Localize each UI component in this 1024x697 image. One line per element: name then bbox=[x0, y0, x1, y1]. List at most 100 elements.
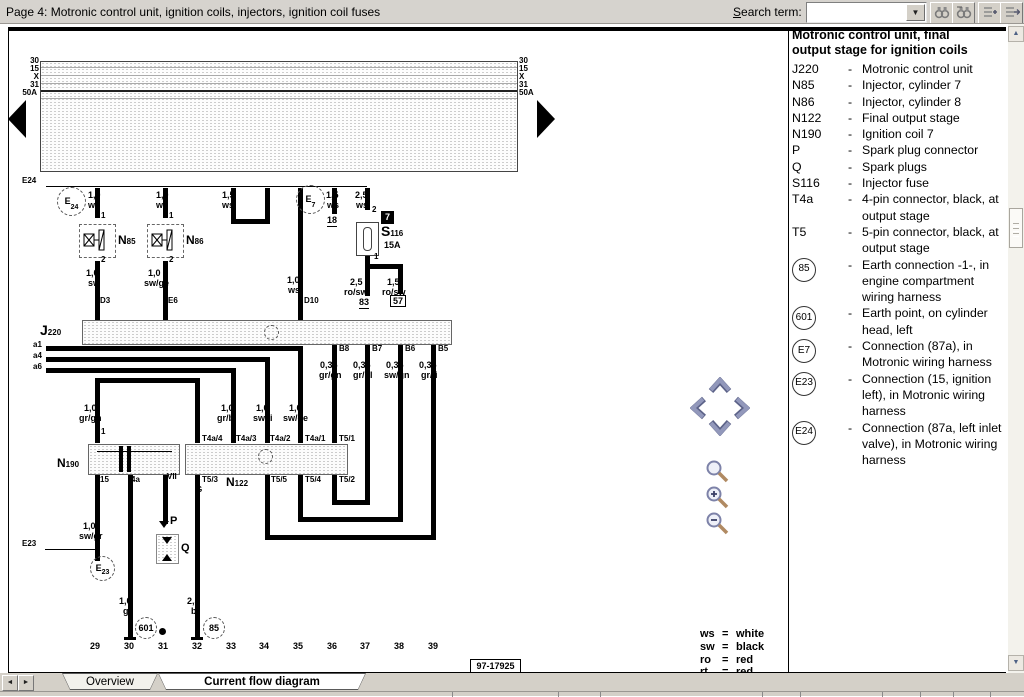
status-segment-divider bbox=[762, 692, 763, 697]
diagram-label: ws bbox=[288, 286, 300, 295]
legend-entry: N190-Ignition coil 7 bbox=[792, 126, 1008, 142]
diagram-label: 1,0 bbox=[256, 404, 269, 413]
diagram-label: gr/li bbox=[421, 371, 438, 380]
legend-description: 4-pin connector, black, atoutput stage bbox=[862, 191, 1008, 224]
diagram-label: E6 bbox=[168, 297, 178, 305]
diagram-label: ws bbox=[156, 201, 168, 210]
diagram-label: 50A bbox=[19, 89, 37, 97]
add-to-list-button[interactable] bbox=[978, 2, 1001, 24]
zoom-out-button[interactable] bbox=[704, 510, 730, 536]
fuse-s116-symbol bbox=[356, 222, 379, 256]
legend-dash: - bbox=[848, 77, 862, 93]
legend-description: Earth connection -1-, inengine compartme… bbox=[862, 257, 1008, 306]
legend-code: E24 bbox=[792, 420, 848, 445]
diagram-label: 1,0 bbox=[119, 597, 132, 606]
legend-dash: - bbox=[848, 305, 862, 321]
diagram-label: 29 bbox=[88, 642, 102, 651]
diagram-label: 15 bbox=[100, 476, 109, 484]
tab-scroll-left-button[interactable]: ◄ bbox=[2, 675, 18, 691]
legend-code: T5 bbox=[792, 224, 848, 240]
list-arrow-icon bbox=[1004, 5, 1020, 19]
diagram-label: a6 bbox=[33, 363, 42, 371]
scroll-down-button[interactable]: ▼ bbox=[1008, 655, 1024, 671]
legend-code: P bbox=[792, 142, 848, 158]
pan-down-button[interactable] bbox=[708, 420, 732, 436]
diagram-label: 34 bbox=[257, 642, 271, 651]
legend-description: Final output stage bbox=[862, 110, 1008, 126]
diagram-label: ws bbox=[88, 201, 100, 210]
coil-winding-bar bbox=[119, 446, 123, 472]
diagram-label: 1,0 bbox=[88, 191, 101, 200]
tab-current-flow-diagram[interactable]: Current flow diagram bbox=[158, 673, 366, 690]
legend-description: Injector, cylinder 8 bbox=[862, 94, 1008, 110]
diagram-label: sw/li bbox=[253, 414, 273, 423]
legend-description: Connection (87a), inMotronic wiring harn… bbox=[862, 338, 1008, 371]
status-segment-divider bbox=[452, 692, 453, 697]
legend-code: S116 bbox=[792, 175, 848, 191]
diagram-label: gr bbox=[123, 607, 132, 616]
diagram-label: 1,0 bbox=[86, 269, 99, 278]
search-next-button[interactable] bbox=[930, 2, 953, 24]
next-page-arrow[interactable] bbox=[537, 100, 555, 138]
binoculars-icon bbox=[956, 5, 972, 19]
pan-right-button[interactable] bbox=[734, 396, 750, 420]
scrollbar-thumb[interactable] bbox=[1009, 208, 1023, 248]
internal-connection-symbol bbox=[258, 449, 273, 464]
tab-current-flow-label: Current flow diagram bbox=[204, 676, 320, 688]
label-n85: N85 bbox=[118, 232, 136, 248]
diagram-label: gr/gn bbox=[319, 371, 342, 380]
spark-plug-connector-p-symbol bbox=[159, 521, 169, 528]
go-to-list-button[interactable] bbox=[1000, 2, 1023, 24]
legend-description: Injector fuse bbox=[862, 175, 1008, 191]
legend-description: Earth point, on cylinderhead, left bbox=[862, 305, 1008, 338]
legend-description: Spark plug connector bbox=[862, 142, 1008, 158]
diagram-label: 1,0 bbox=[289, 404, 302, 413]
legend-code: E7 bbox=[792, 338, 848, 363]
diagram-label: 38 bbox=[392, 642, 406, 651]
wire-end-dot bbox=[159, 628, 166, 635]
scroll-up-button[interactable]: ▲ bbox=[1008, 26, 1024, 42]
legend-dash: - bbox=[848, 61, 862, 77]
status-segment-divider bbox=[990, 692, 991, 697]
previous-page-arrow[interactable] bbox=[8, 100, 26, 138]
legend-entry: S116-Injector fuse bbox=[792, 175, 1008, 191]
diagram-label: 2,5 bbox=[187, 597, 200, 606]
diagram-label: 0,35 bbox=[353, 361, 371, 370]
diagram-label: gr/bl bbox=[217, 414, 237, 423]
diagram-label: 2 bbox=[372, 206, 376, 214]
diagram-label: 83 bbox=[359, 298, 369, 309]
search-previous-button[interactable] bbox=[952, 2, 975, 24]
legend-code: N190 bbox=[792, 126, 848, 142]
tab-scroll-right-button[interactable]: ► bbox=[18, 675, 34, 691]
legend-entry: N122-Final output stage bbox=[792, 110, 1008, 126]
search-term-combobox[interactable]: ▼ bbox=[806, 2, 927, 23]
zoom-reset-button[interactable] bbox=[704, 458, 730, 484]
legend-dash: - bbox=[848, 175, 862, 191]
legend-entry: 85-Earth connection -1-, inengine compar… bbox=[792, 257, 1008, 306]
wire-segment bbox=[365, 264, 403, 269]
legend-entry: Q-Spark plugs bbox=[792, 159, 1008, 175]
legend-dash: - bbox=[848, 94, 862, 110]
pan-left-button[interactable] bbox=[690, 396, 706, 420]
diagram-label: 1,5 bbox=[387, 278, 400, 287]
tab-overview[interactable]: Overview bbox=[62, 673, 158, 690]
internal-connection-symbol bbox=[264, 325, 279, 340]
pan-up-button[interactable] bbox=[708, 377, 732, 393]
connection-e7-symbol: E7 bbox=[296, 185, 325, 214]
chevron-down-icon[interactable]: ▼ bbox=[906, 4, 925, 21]
wire-segment bbox=[191, 637, 203, 640]
diagram-label: 1 bbox=[101, 212, 105, 220]
binoculars-icon bbox=[934, 5, 950, 19]
legend-code: 601 bbox=[792, 305, 848, 330]
injector-icon bbox=[148, 225, 181, 255]
vertical-scrollbar[interactable]: ▲ ▼ bbox=[1008, 24, 1024, 673]
diagram-label: 30 bbox=[122, 642, 136, 651]
diagram-label: 37 bbox=[358, 642, 372, 651]
wire-segment bbox=[231, 219, 270, 224]
diagram-canvas: 97-17925 J220 N85 N86 S116 N190 N122 301… bbox=[0, 24, 788, 673]
zoom-in-button[interactable] bbox=[704, 484, 730, 510]
diagram-label: B5 bbox=[438, 345, 448, 353]
diagram-label: B7 bbox=[372, 345, 382, 353]
wire-segment bbox=[95, 473, 100, 561]
legend-divider bbox=[788, 31, 789, 673]
